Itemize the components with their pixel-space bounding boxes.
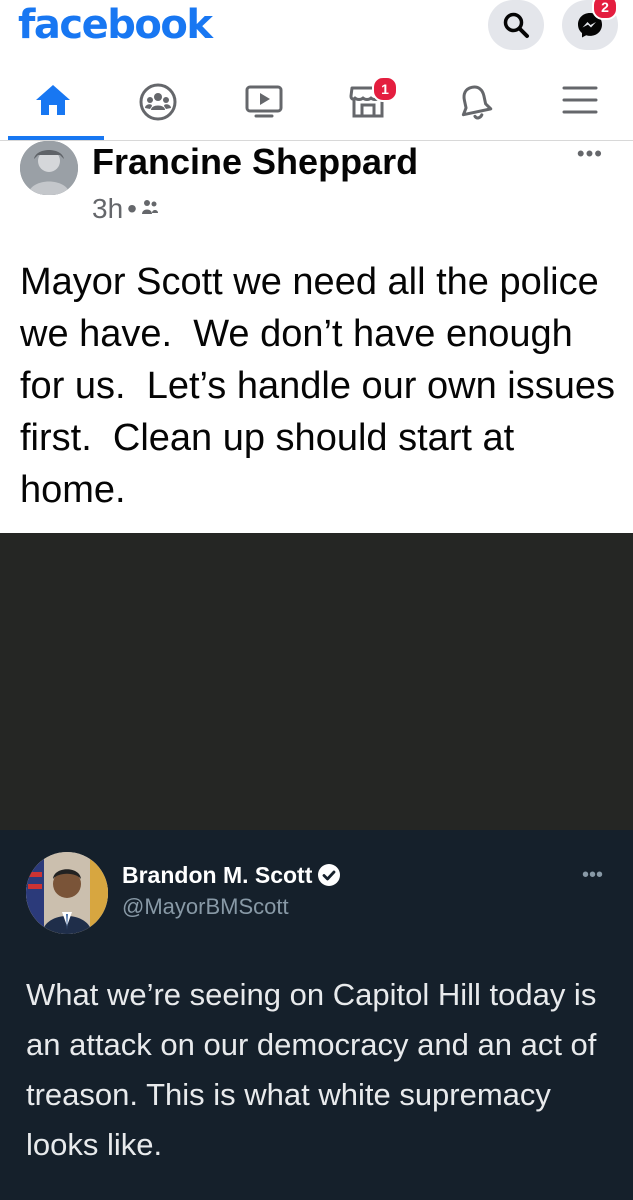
meta-separator: • [127, 193, 137, 224]
shared-tweet-image[interactable]: Brandon M. Scott @MayorBMScott ••• What … [0, 830, 633, 1200]
groups-icon [139, 83, 177, 121]
tab-groups[interactable] [108, 62, 208, 140]
messenger-button[interactable]: 2 [562, 0, 618, 50]
tab-marketplace[interactable]: 1 [318, 62, 418, 140]
post-body-text: Mayor Scott we need all the police we ha… [20, 261, 626, 511]
active-tab-indicator [8, 136, 104, 140]
tweet-author-avatar [26, 852, 108, 934]
tab-home[interactable] [3, 62, 104, 140]
shared-image-background [0, 533, 633, 830]
tab-watch[interactable] [214, 62, 314, 140]
tweet-author: Brandon M. Scott [122, 862, 341, 889]
messenger-badge: 2 [592, 0, 618, 20]
video-icon [245, 85, 283, 118]
post-more-options[interactable]: ••• [577, 141, 603, 167]
tweet-handle: @MayorBMScott [122, 894, 289, 919]
bell-icon [461, 85, 493, 120]
tab-notifications[interactable] [425, 62, 525, 140]
post-header: Francine Sheppard 3h • ••• [0, 141, 633, 231]
search-button[interactable] [488, 0, 544, 50]
hamburger-menu-icon [562, 86, 598, 114]
tweet-author-name: Brandon M. Scott [122, 862, 313, 888]
facebook-logo[interactable]: facebook [18, 2, 213, 48]
post-author-name[interactable]: Francine Sheppard [92, 141, 418, 183]
post-meta: 3h • [92, 193, 159, 225]
marketplace-badge: 1 [372, 76, 398, 102]
friends-icon [141, 200, 158, 214]
post-time[interactable]: 3h [92, 193, 123, 224]
tweet-text: What we’re seeing on Capitol Hill today … [26, 977, 597, 1162]
navigation-bar: 1 [0, 62, 633, 141]
tab-menu[interactable] [530, 62, 630, 140]
home-icon [36, 85, 70, 115]
tweet-more-icon: ••• [581, 864, 603, 886]
top-bar: facebook 2 [0, 0, 633, 62]
author-avatar[interactable] [20, 141, 78, 195]
verified-badge-icon [318, 864, 341, 886]
search-icon [503, 12, 529, 38]
